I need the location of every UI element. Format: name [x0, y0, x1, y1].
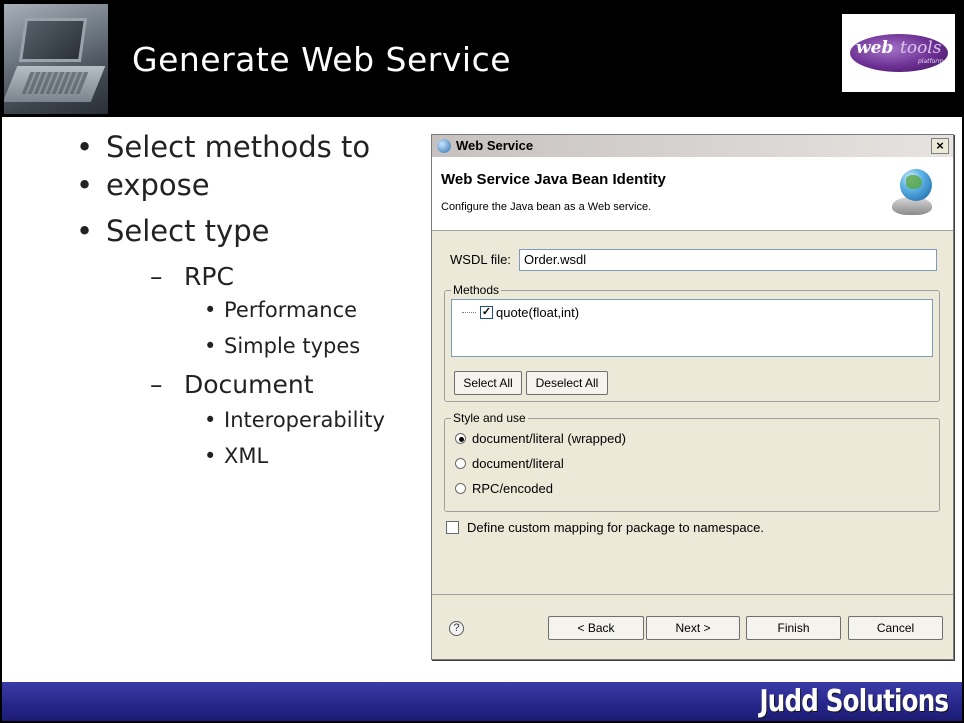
- globe-wizard-icon: [892, 167, 936, 217]
- cancel-button[interactable]: Cancel: [848, 616, 943, 640]
- select-all-button[interactable]: Select All: [454, 371, 522, 395]
- dialog-subheading: Configure the Java bean as a Web service…: [441, 201, 652, 213]
- style-legend: Style and use: [451, 411, 528, 425]
- method-checkbox[interactable]: ✓: [480, 306, 493, 319]
- dialog-heading: Web Service Java Bean Identity: [441, 171, 666, 188]
- back-button[interactable]: < Back: [548, 616, 644, 640]
- wsdl-file-input[interactable]: Order.wsdl: [519, 249, 937, 271]
- sub-sub-bullet-item: Simple types: [204, 334, 360, 358]
- custom-mapping-label: Define custom mapping for package to nam…: [467, 520, 765, 535]
- sub-sub-bullet-item: Interoperability: [204, 408, 385, 432]
- help-icon[interactable]: ?: [449, 621, 464, 636]
- radio-document-literal[interactable]: document/literal: [455, 456, 564, 471]
- wsdl-file-label: WSDL file:: [450, 252, 511, 267]
- slide: Generate Web Service web tools platform …: [0, 0, 964, 723]
- eclipse-icon: [437, 139, 451, 153]
- web-service-dialog: Web Service × Web Service Java Bean Iden…: [431, 134, 954, 660]
- bullet-item-continued: expose: [76, 168, 209, 202]
- sub-bullet-item: Document: [150, 370, 313, 399]
- tree-connector: [462, 312, 476, 313]
- dialog-banner: Web Service Java Bean Identity Configure…: [432, 157, 953, 231]
- sub-sub-bullet-item: XML: [204, 444, 268, 468]
- slide-footer: Judd Solutions: [2, 682, 962, 721]
- bullet-item: Select type: [76, 214, 270, 248]
- deselect-all-button[interactable]: Deselect All: [526, 371, 608, 395]
- brand-logo: Judd Solutions: [759, 684, 949, 719]
- bullet-item: Select methods to: [76, 130, 370, 164]
- methods-group: Methods ✓ quote(float,int) Select All De…: [444, 283, 940, 402]
- radio-rpc-encoded[interactable]: RPC/encoded: [455, 481, 553, 496]
- radio-selected-icon: [455, 433, 466, 444]
- methods-list[interactable]: ✓ quote(float,int): [451, 299, 933, 357]
- slide-title: Generate Web Service: [132, 40, 512, 79]
- dialog-footer-divider: [432, 594, 953, 595]
- methods-legend: Methods: [451, 283, 502, 297]
- dialog-title: Web Service: [456, 138, 534, 153]
- radio-document-literal-wrapped[interactable]: document/literal (wrapped): [455, 431, 626, 446]
- radio-unselected-icon: [455, 458, 466, 469]
- dialog-titlebar[interactable]: Web Service ×: [432, 135, 953, 157]
- radio-unselected-icon: [455, 483, 466, 494]
- finish-button[interactable]: Finish: [746, 616, 841, 640]
- custom-mapping-checkbox[interactable]: [446, 521, 459, 534]
- custom-mapping-checkbox-row[interactable]: Define custom mapping for package to nam…: [446, 520, 764, 535]
- style-and-use-group: Style and use document/literal (wrapped)…: [444, 411, 940, 512]
- close-button[interactable]: ×: [931, 138, 949, 154]
- sub-bullet-item: RPC: [150, 262, 234, 291]
- dialog-body: WSDL file: Order.wsdl Methods ✓ quote(fl…: [432, 232, 953, 594]
- method-label: quote(float,int): [496, 305, 580, 320]
- next-button[interactable]: Next >: [646, 616, 740, 640]
- slide-header: Generate Web Service web tools platform: [2, 2, 962, 117]
- laptop-image: [4, 4, 108, 114]
- webtools-logo: web tools platform: [842, 14, 955, 92]
- sub-sub-bullet-item: Performance: [204, 298, 357, 322]
